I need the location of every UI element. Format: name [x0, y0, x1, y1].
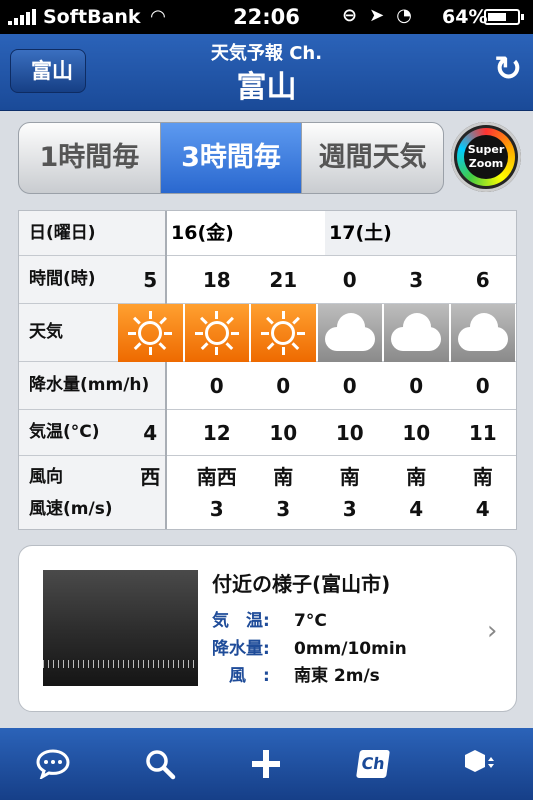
cloud-icon: [457, 313, 508, 351]
tab-search[interactable]: [107, 728, 214, 800]
tab-comments[interactable]: [0, 728, 107, 800]
wind-speed-cell: 3: [209, 497, 224, 521]
nearby-temp-value: 7°C: [294, 611, 327, 631]
channel-icon-text: Ch: [360, 754, 387, 773]
precip-cell: 0: [276, 374, 291, 398]
weather-cell: [450, 304, 515, 362]
alarm-icon: ◔: [396, 5, 412, 26]
settings-hexagon-icon: [464, 750, 494, 772]
nearby-wind-row: 風 : 南東 2m/s: [212, 661, 380, 686]
forecast-grid: 16(金) 17(土) 5 4 西 18 0 12 南西 3 21 0 10 南 3 0 0 10 南 3 3 0 10 南 4…: [118, 211, 516, 529]
tab-settings[interactable]: [426, 728, 533, 800]
super-zoom-button[interactable]: Super Zoom: [451, 122, 521, 192]
tab-add[interactable]: [213, 728, 320, 800]
wind-speed-cell: 4: [409, 497, 424, 521]
super-zoom-line2: Zoom: [468, 157, 504, 170]
forecast-interval-segmented-control: 1時間毎 3時間毎 週間天気: [18, 122, 444, 194]
refresh-icon[interactable]: ↻: [488, 49, 528, 89]
wind-dir-cell: 南西: [196, 465, 237, 489]
location-arrow-icon: ➤: [369, 5, 385, 26]
temp-cell: 10: [335, 421, 364, 445]
time-cell: 0: [342, 268, 357, 292]
channel-icon: Ch: [356, 750, 391, 778]
tab-channel[interactable]: Ch: [320, 728, 427, 800]
temp-cell: 12: [202, 421, 231, 445]
nearby-wind-value: 南東 2m/s: [294, 666, 380, 686]
wind-dir-cell: 南: [273, 465, 294, 489]
search-icon: [146, 750, 176, 780]
weather-cell: [184, 301, 249, 365]
wind-speed-cell: [117, 493, 184, 525]
weather-cell: [118, 301, 183, 365]
status-icons: ⊖ ➤ ◔: [342, 5, 412, 26]
nearby-temp-row: 気 温: 7°C: [212, 606, 327, 631]
precip-cell: 0: [409, 374, 424, 398]
temp-cell: 10: [402, 421, 431, 445]
precip-cell: 0: [475, 374, 490, 398]
rotation-lock-icon: ⊖: [342, 5, 358, 26]
wind-dir-cell: 西: [140, 465, 161, 489]
time-cell: 6: [475, 268, 490, 292]
super-zoom-label: Super Zoom: [464, 135, 508, 179]
segment-weekly[interactable]: 週間天気: [302, 123, 443, 193]
weather-cell: [384, 304, 449, 362]
page-title: 富山: [236, 70, 297, 105]
time-cell: 5: [143, 268, 158, 292]
time-cell: 21: [269, 268, 298, 292]
chevron-right-icon: ›: [487, 616, 498, 646]
cloud-icon: [391, 313, 442, 351]
super-zoom-line1: Super: [467, 143, 505, 156]
bottom-tab-bar: Ch: [0, 728, 533, 800]
battery-percent: 64%: [442, 6, 488, 28]
wind-dir-cell: 南: [339, 465, 360, 489]
segment-3-hour[interactable]: 3時間毎: [160, 123, 303, 193]
live-camera-thumbnail: [43, 570, 198, 686]
row-label-wind-speed: 風速(m/s): [29, 499, 113, 519]
city-lights: [43, 660, 198, 668]
chat-bubble-icon: [36, 749, 70, 779]
nearby-precip-value: 0mm/10min: [294, 639, 407, 659]
row-label-wind-dir: 風向: [29, 467, 63, 487]
time-cell: 18: [202, 268, 231, 292]
nearby-precip-row: 降水量: 0mm/10min: [212, 634, 407, 659]
day-header: 17(土): [325, 211, 516, 255]
precip-cell: 0: [209, 374, 224, 398]
nearby-wind-label: 風 :: [212, 666, 270, 686]
temp-cell: 10: [269, 421, 298, 445]
navigation-bar: 富山 天気予報 Ch. 富山 ↻: [0, 34, 533, 111]
precip-cell: 0: [342, 374, 357, 398]
wind-speed-cell: 3: [276, 497, 291, 521]
day-header: 16(金): [171, 222, 234, 244]
row-label-date: 日(曜日): [19, 211, 165, 256]
temp-cell: 11: [468, 421, 497, 445]
weather-cell: [251, 301, 316, 365]
weather-cell: [317, 304, 382, 362]
plus-icon: [252, 750, 281, 778]
wind-speed-cell: 4: [475, 497, 490, 521]
status-bar: SoftBank ◠ 22:06 ⊖ ➤ ◔ 64%: [0, 0, 533, 34]
segment-1-hour[interactable]: 1時間毎: [19, 123, 161, 193]
forecast-table[interactable]: 日(曜日) 時間(時) 天気 降水量(mm/h) 気温(°C) 風向 風速(m/s…: [18, 210, 517, 530]
time-cell: 3: [409, 268, 424, 292]
precip-cell: [117, 362, 184, 410]
wind-dir-cell: 南: [406, 465, 427, 489]
cloud-icon: [324, 313, 375, 351]
sun-icon: [204, 321, 229, 345]
nearby-conditions-card[interactable]: 付近の様子(富山市) 気 温: 7°C 降水量: 0mm/10min 風 : 南東 2…: [18, 545, 517, 712]
temp-cell: 4: [143, 421, 158, 445]
nearby-title: 付近の様子(富山市): [212, 572, 391, 596]
nearby-temp-label: 気 温:: [212, 611, 270, 631]
battery-icon: [484, 9, 520, 25]
wind-speed-cell: 3: [342, 497, 357, 521]
battery-cap: [521, 14, 524, 20]
wind-dir-cell: 南: [472, 465, 493, 489]
nearby-precip-label: 降水量:: [212, 639, 270, 659]
